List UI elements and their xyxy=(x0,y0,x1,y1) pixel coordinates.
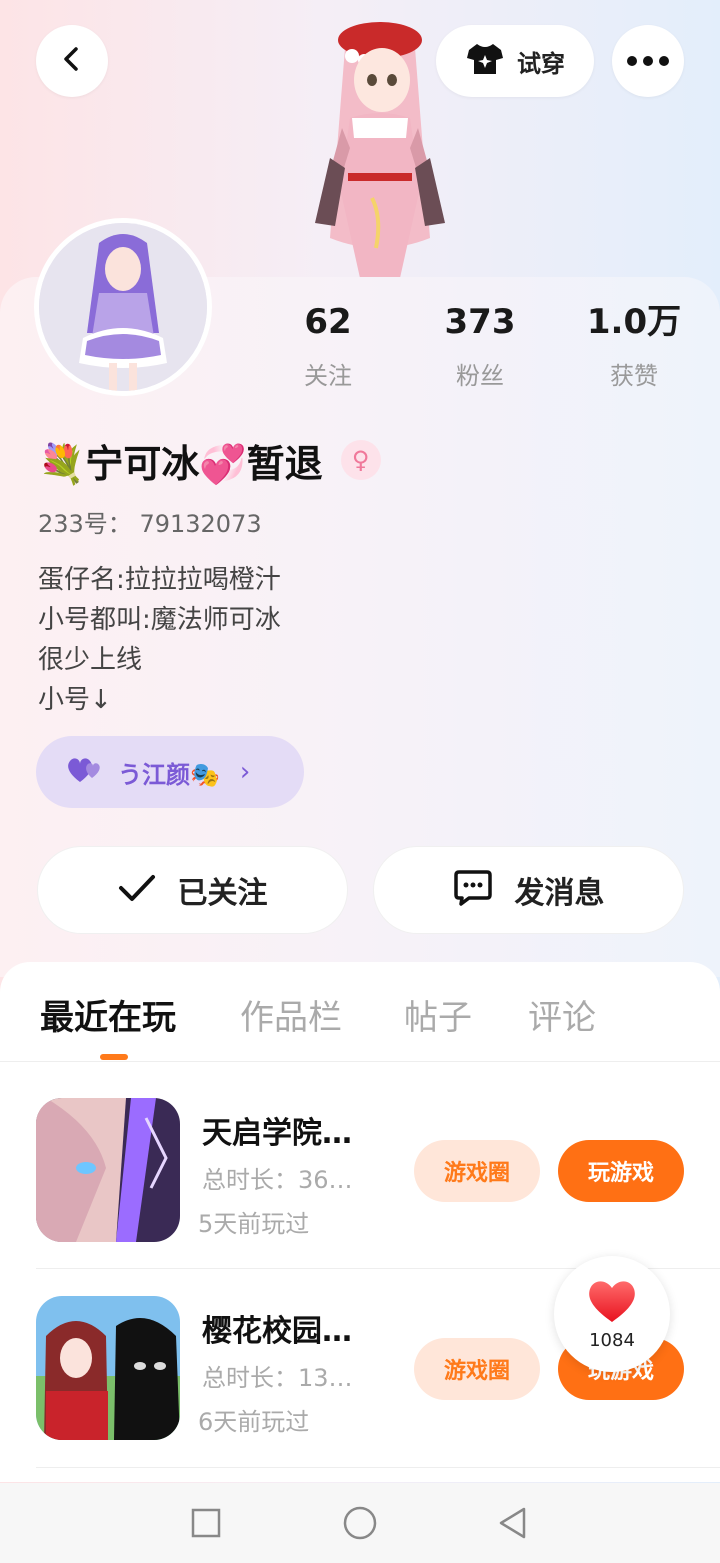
bio: 蛋仔名:拉拉拉喝橙汁 小号都叫:魔法师可冰 很少上线 小号↓ xyxy=(38,560,281,720)
try-on-label: 试穿 xyxy=(517,49,565,78)
stat-likes[interactable]: 1.0万 获赞 xyxy=(574,300,694,391)
stat-following[interactable]: 62 关注 xyxy=(268,300,388,391)
heart-pair-icon xyxy=(66,756,104,788)
home-circle-icon[interactable] xyxy=(340,1503,380,1543)
like-count: 1084 xyxy=(589,1329,635,1351)
likes-count: 1.0万 xyxy=(586,302,682,342)
tab-bar: 最近在玩 作品栏 帖子 评论 xyxy=(0,962,720,1062)
bio-line: 很少上线 xyxy=(38,645,143,675)
tshirt-icon xyxy=(465,42,505,80)
more-icon xyxy=(626,52,670,71)
back-button[interactable] xyxy=(36,25,108,97)
game-duration: 总时长：13… xyxy=(202,1364,353,1392)
stats-bar: 62 关注 373 粉丝 1.0万 获赞 xyxy=(250,300,690,400)
game-icon xyxy=(36,1296,180,1440)
profile-page: 试穿 62 关注 373 粉丝 1.0万 获赞 💐宁可冰💞暂退 ♀ 233号： … xyxy=(0,0,720,1563)
following-button[interactable]: 已关注 xyxy=(37,846,348,934)
bio-line: 小号都叫:魔法师可冰 xyxy=(38,605,281,635)
following-button-label: 已关注 xyxy=(177,876,268,911)
likes-label: 获赞 xyxy=(610,362,658,390)
followers-count: 373 xyxy=(444,302,516,342)
active-tab-indicator xyxy=(100,1054,128,1060)
female-icon: ♀ xyxy=(340,440,381,480)
back-triangle-icon[interactable] xyxy=(492,1503,532,1543)
game-list-item[interactable]: 天启学院… 总时长：36… 5天前玩过 游戏圈 玩游戏 xyxy=(36,1098,684,1244)
user-id-label: 233号： xyxy=(38,510,132,538)
chevron-left-icon xyxy=(58,45,86,77)
bio-line: 蛋仔名:拉拉拉喝橙汁 xyxy=(38,565,281,595)
recents-square-icon[interactable] xyxy=(186,1503,226,1543)
check-icon xyxy=(118,874,156,906)
nickname-row: 💐宁可冰💞暂退 ♀ xyxy=(38,432,381,488)
heart-icon xyxy=(586,1278,638,1328)
avatar[interactable] xyxy=(34,218,212,396)
user-id-value: 79132073 xyxy=(139,510,262,538)
stat-followers[interactable]: 373 粉丝 xyxy=(420,300,540,391)
user-id: 233号： 79132073 xyxy=(38,504,262,539)
nickname: 💐宁可冰💞暂退 xyxy=(38,441,323,486)
divider xyxy=(36,1467,720,1468)
tab-posts[interactable]: 帖子 xyxy=(404,990,472,1039)
try-on-button[interactable]: 试穿 xyxy=(436,25,594,97)
followers-label: 粉丝 xyxy=(456,362,504,390)
guild-pill[interactable]: う江颜🎭 › xyxy=(36,736,304,808)
like-button[interactable]: 1084 xyxy=(554,1256,670,1372)
chat-bubble-icon xyxy=(453,869,493,911)
game-title: 樱花校园… xyxy=(202,1314,352,1349)
bio-line: 小号↓ xyxy=(38,685,112,715)
more-button[interactable] xyxy=(612,25,684,97)
game-icon xyxy=(36,1098,180,1242)
send-message-button[interactable]: 发消息 xyxy=(373,846,684,934)
avatar-image xyxy=(39,223,207,391)
following-count: 62 xyxy=(304,302,352,342)
tab-works[interactable]: 作品栏 xyxy=(240,990,342,1039)
send-message-label: 发消息 xyxy=(514,876,605,911)
game-circle-button[interactable]: 游戏圈 xyxy=(414,1338,540,1400)
play-game-button[interactable]: 玩游戏 xyxy=(558,1140,684,1202)
guild-name: う江颜🎭 xyxy=(118,760,220,789)
following-label: 关注 xyxy=(304,362,352,390)
game-title: 天启学院… xyxy=(202,1116,352,1151)
content-section: 最近在玩 作品栏 帖子 评论 天启学院… 总时长：36… 5天前玩过 游戏圈 玩… xyxy=(0,962,720,1482)
game-last-played: 5天前玩过 xyxy=(198,1210,310,1238)
tab-recently-played[interactable]: 最近在玩 xyxy=(40,990,176,1039)
chevron-right-icon: › xyxy=(239,757,251,787)
system-nav-bar xyxy=(0,1483,720,1563)
game-duration: 总时长：36… xyxy=(202,1166,353,1194)
tab-comments[interactable]: 评论 xyxy=(528,990,596,1039)
game-circle-button[interactable]: 游戏圈 xyxy=(414,1140,540,1202)
game-last-played: 6天前玩过 xyxy=(198,1408,310,1436)
